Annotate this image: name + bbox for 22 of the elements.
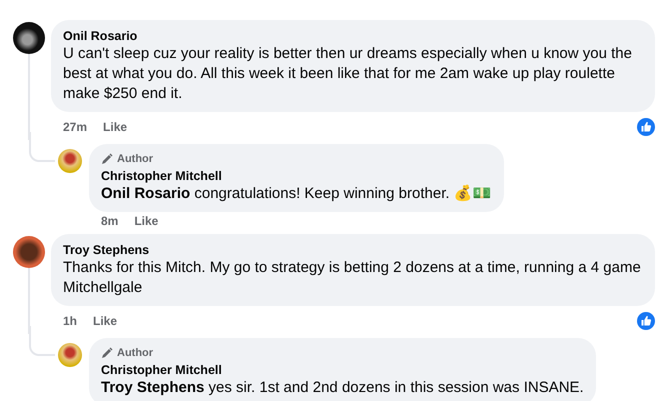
like-link[interactable]: Like [134, 214, 158, 228]
like-reaction-icon[interactable] [637, 312, 655, 330]
reply-author[interactable]: Christopher Mitchell [101, 362, 584, 378]
reply-text: Onil Rosario congratulations! Keep winning brother. 💰💵 [101, 184, 492, 204]
reply-author[interactable]: Christopher Mitchell [101, 168, 492, 184]
like-link[interactable]: Like [103, 120, 128, 134]
comment-time[interactable]: 27m [63, 120, 88, 134]
avatar[interactable] [13, 22, 45, 54]
pen-icon [101, 153, 113, 165]
pen-icon [101, 347, 113, 359]
like-reaction-icon[interactable] [637, 118, 655, 136]
comment-time[interactable]: 1h [63, 314, 78, 328]
reply-time[interactable]: 8m [101, 214, 118, 228]
like-link[interactable]: Like [93, 314, 118, 328]
comment-text: U can't sleep cuz your reality is better then ur dreams especially when u know you the best at what you do. All this week it been like that for me 2am wake up play roulette make $250 end it. [63, 44, 633, 104]
author-label: Author [117, 152, 154, 166]
reply-text: Troy Stephens yes sir. 1st and 2nd dozens in this session was INSANE. [101, 378, 584, 398]
author-label: Author [117, 346, 154, 360]
comment-author[interactable]: Onil Rosario [63, 28, 643, 44]
comment-text: Thanks for this Mitch. My go to strategy is betting 2 dozens at a time, running a 4 game Mitchellgale [63, 258, 642, 298]
avatar[interactable] [13, 236, 45, 268]
comment-author[interactable]: Troy Stephens [63, 242, 643, 258]
